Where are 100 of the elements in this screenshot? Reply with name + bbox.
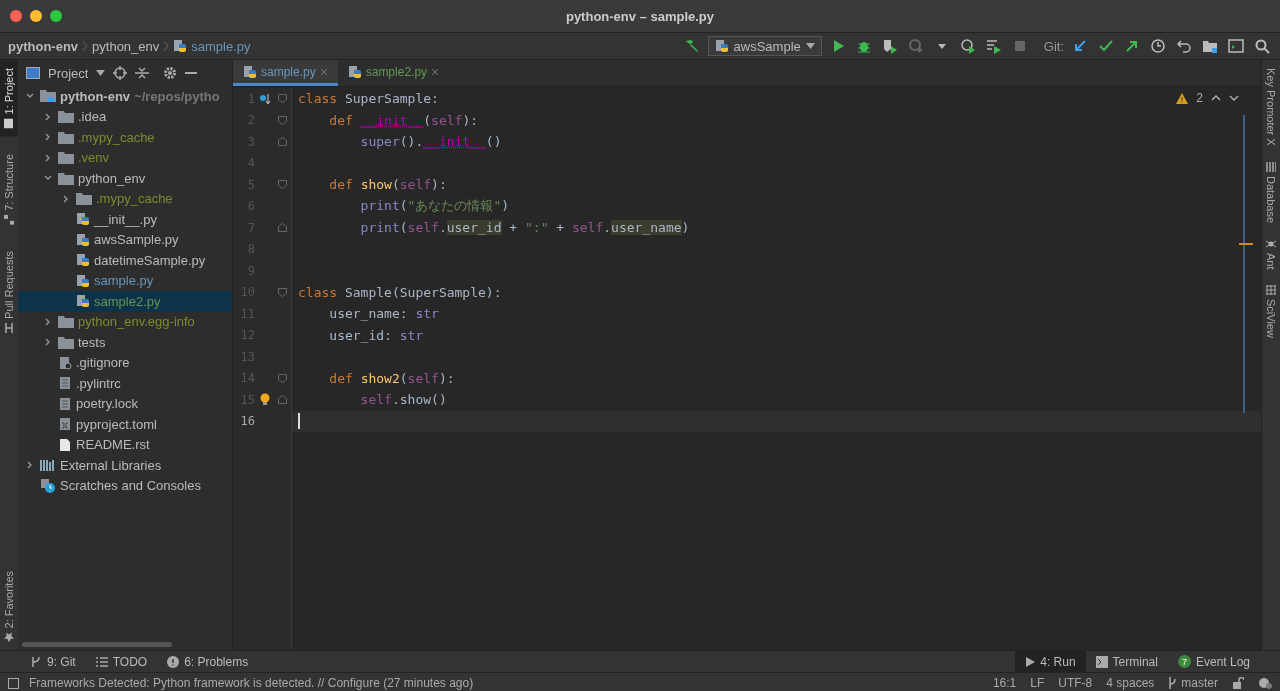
- panel-toggle-icon[interactable]: [8, 677, 19, 689]
- tree-item[interactable]: awsSample.py: [18, 229, 232, 250]
- chevron-down-icon[interactable]: [1229, 95, 1239, 101]
- tree-item[interactable]: .mypy_cache: [18, 188, 232, 209]
- settings-icon[interactable]: [163, 66, 178, 80]
- lightbulb-icon[interactable]: [260, 393, 270, 407]
- tree-item[interactable]: python_env: [18, 168, 232, 189]
- breadcrumb[interactable]: sample.py: [191, 38, 251, 54]
- structure-icon: [4, 215, 14, 226]
- close-window-button[interactable]: [10, 10, 22, 22]
- tool-window-button[interactable]: TODO: [85, 651, 158, 672]
- fold-marker-icon[interactable]: [277, 180, 287, 190]
- fold-marker-icon[interactable]: [277, 94, 287, 104]
- fold-marker-icon[interactable]: [277, 137, 287, 147]
- tool-window-button[interactable]: 6: Problems: [157, 651, 259, 672]
- collapse-all-icon[interactable]: [135, 66, 150, 80]
- fold-marker-icon[interactable]: [277, 395, 287, 405]
- module-folder-icon: [40, 89, 56, 104]
- status-item[interactable]: 4 spaces: [1106, 676, 1155, 690]
- clock-button[interactable]: [1148, 36, 1168, 56]
- tool-window-button[interactable]: 9: Git: [20, 651, 86, 672]
- tree-item[interactable]: python_env.egg-info: [18, 311, 232, 332]
- tree-item[interactable]: sample.py: [18, 270, 232, 291]
- fold-marker-icon[interactable]: [277, 115, 287, 125]
- tool-window-tab[interactable]: Ant: [1262, 230, 1280, 278]
- text-file-icon: [58, 376, 72, 391]
- breadcrumb[interactable]: python_env: [92, 38, 160, 54]
- unlock-icon[interactable]: [1232, 677, 1244, 689]
- tool-window-button[interactable]: Terminal: [1085, 651, 1168, 672]
- status-message[interactable]: Frameworks Detected: Python framework is detected. // Configure (27 minutes ago): [29, 676, 993, 690]
- close-icon[interactable]: [319, 67, 328, 76]
- minimize-window-button[interactable]: [30, 10, 42, 22]
- tree-item[interactable]: .venv: [18, 147, 232, 168]
- tree-item[interactable]: sample2.py: [18, 291, 232, 312]
- minimize-icon[interactable]: [185, 71, 198, 75]
- tool-window-tab[interactable]: Key Promoter X: [1262, 60, 1280, 154]
- clock-icon: [1150, 38, 1166, 54]
- item-label: .mypy_cache: [78, 129, 155, 145]
- tool-window-tab[interactable]: 7: Structure: [0, 146, 18, 234]
- code-line: class SuperSample:: [298, 91, 439, 107]
- tool-window-tab[interactable]: SciView: [1262, 277, 1280, 347]
- tree-item[interactable]: pyproject.toml: [18, 414, 232, 435]
- tree-item[interactable]: datetimeSample.py: [18, 250, 232, 271]
- warning-icon[interactable]: [1176, 92, 1189, 104]
- status-item[interactable]: master: [1168, 676, 1218, 690]
- folder-icon: [58, 335, 74, 349]
- config-file-icon: [58, 417, 72, 432]
- tree-item[interactable]: README.rst: [18, 434, 232, 455]
- fold-marker-icon[interactable]: [277, 223, 287, 233]
- branch-icon: [30, 655, 42, 668]
- tree-item[interactable]: __init__.py: [18, 209, 232, 230]
- scrollbar-thumb[interactable]: [22, 641, 172, 647]
- code-line: def show2(self):: [328, 370, 455, 386]
- status-item[interactable]: 16:1: [992, 676, 1017, 690]
- status-item[interactable]: LF: [1030, 676, 1045, 690]
- editor-tab[interactable]: sample.py: [233, 60, 338, 86]
- item-label: python_env: [78, 170, 146, 186]
- tree-item[interactable]: python-env ~/repos/pytho: [18, 86, 232, 107]
- terminal-button[interactable]: [1226, 36, 1246, 56]
- tree-item[interactable]: Scratches and Consoles: [18, 475, 232, 496]
- tool-window-tab[interactable]: Pull Requests: [0, 243, 18, 342]
- tool-window-button[interactable]: 7 Event Log: [1167, 651, 1260, 672]
- tree-item[interactable]: .pylintrc: [18, 373, 232, 394]
- tool-window-tab[interactable]: Database: [1262, 153, 1280, 231]
- tool-window-tab[interactable]: 2: Favorites: [0, 562, 18, 650]
- timer-run-icon: [959, 38, 976, 54]
- tree-item[interactable]: poetry.lock: [18, 393, 232, 414]
- undo-icon: [1176, 38, 1192, 54]
- close-icon[interactable]: [431, 67, 440, 76]
- caret-icon[interactable]: [96, 70, 106, 76]
- item-label: .pylintrc: [76, 375, 121, 391]
- tree-item[interactable]: External Libraries: [18, 455, 232, 476]
- tool-window-tab[interactable]: 1: Project: [0, 60, 18, 137]
- tree-item[interactable]: .idea: [18, 106, 232, 127]
- editor-tab[interactable]: sample2.py: [337, 60, 450, 86]
- chevron-up-icon[interactable]: [1211, 95, 1221, 101]
- zoom-window-button[interactable]: [50, 10, 62, 22]
- panel-title[interactable]: Project: [48, 65, 89, 81]
- item-label: .idea: [78, 109, 107, 125]
- tree-item[interactable]: .gitignore: [18, 352, 232, 373]
- fold-marker-icon[interactable]: [277, 373, 287, 383]
- folder-icon: [58, 151, 74, 165]
- code-line: user_name: str: [328, 306, 439, 322]
- tree-item[interactable]: .mypy_cache: [18, 127, 232, 148]
- warning-count[interactable]: 2: [1196, 91, 1203, 105]
- notification-badge: 7: [1177, 655, 1191, 668]
- status-item[interactable]: UTF-8: [1058, 676, 1093, 690]
- run-config-dropdown[interactable]: awsSample: [707, 36, 822, 56]
- tool-window-button[interactable]: 4: Run: [1015, 651, 1086, 672]
- database-icon: [1266, 161, 1276, 172]
- override-marker-icon[interactable]: [259, 92, 271, 105]
- arrow-up-right-icon: [1124, 38, 1140, 54]
- profiler-icon: [907, 38, 924, 54]
- tree-item[interactable]: tests: [18, 332, 232, 353]
- breadcrumb[interactable]: python-env: [8, 38, 79, 54]
- fold-marker-icon[interactable]: [277, 287, 287, 297]
- item-label: awsSample.py: [94, 232, 179, 248]
- crosshair-icon[interactable]: [113, 66, 128, 80]
- search-icon: [1254, 38, 1270, 54]
- item-label: External Libraries: [60, 457, 162, 473]
